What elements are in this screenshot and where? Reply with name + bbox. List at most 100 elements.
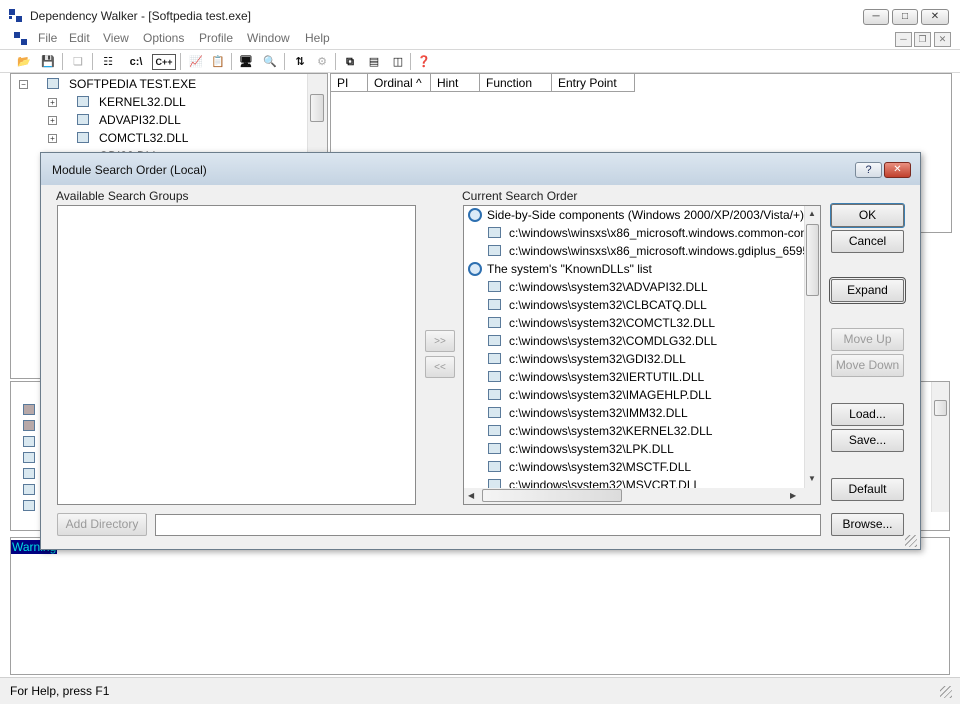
resize-grip-icon[interactable] (940, 686, 952, 698)
search-path-row[interactable]: c:\windows\system32\IMM32.DLL (488, 404, 688, 422)
expand-icon[interactable]: + (48, 116, 57, 125)
sort-icon[interactable]: ⇅ (290, 52, 310, 72)
mdi-close-button[interactable]: ✕ (934, 32, 951, 47)
status-bar: For Help, press F1 (0, 677, 960, 704)
maximize-button[interactable]: □ (892, 9, 918, 25)
toolbar-separator (231, 53, 232, 70)
expand-icon[interactable]: + (48, 98, 57, 107)
undecorate-cpp-button[interactable]: C++ (152, 54, 176, 70)
scroll-up-arrow[interactable]: ▲ (808, 209, 816, 218)
search-path-row[interactable]: c:\windows\system32\KERNEL32.DLL (488, 422, 712, 440)
menu-view[interactable]: View (103, 31, 129, 45)
add-arrow-button[interactable]: >> (425, 330, 455, 352)
chart-icon[interactable]: 📈 (186, 52, 206, 72)
column-hint[interactable]: Hint (431, 74, 480, 92)
column-ordinal[interactable]: Ordinal ^ (368, 74, 431, 92)
cascade-icon[interactable]: ⧉ (340, 52, 360, 72)
full-paths-button[interactable]: c:\ (124, 52, 148, 72)
search-path-row[interactable]: c:\windows\system32\LPK.DLL (488, 440, 674, 458)
search-path-row[interactable]: c:\windows\system32\CLBCATQ.DLL (488, 296, 707, 314)
close-button[interactable]: ✕ (921, 9, 949, 25)
menu-file[interactable]: File (38, 31, 57, 45)
context-help-icon[interactable]: ❓ (414, 52, 434, 72)
properties-icon[interactable]: 📋 (208, 52, 228, 72)
collapse-icon[interactable]: − (19, 80, 28, 89)
mdi-minimize-button[interactable]: ─ (895, 32, 912, 47)
column-function[interactable]: Function (480, 74, 552, 92)
search-order-text: c:\windows\system32\ADVAPI32.DLL (509, 280, 708, 294)
search-order-rows: Side-by-Side components (Windows 2000/XP… (464, 206, 804, 488)
tile-horizontal-icon[interactable]: ▤ (364, 52, 384, 72)
tile-vertical-icon[interactable]: ◫ (388, 52, 408, 72)
search-path-row[interactable]: c:\windows\system32\ADVAPI32.DLL (488, 278, 708, 296)
save-button[interactable]: Save... (831, 429, 904, 452)
move-up-button[interactable]: Move Up (831, 328, 904, 351)
menu-bar: File Edit View Options Profile Window He… (0, 29, 960, 49)
minimize-button[interactable]: ─ (863, 9, 889, 25)
column-pi[interactable]: PI (331, 74, 368, 92)
search-order-vscroll[interactable]: ▲ ▼ (804, 206, 820, 488)
save-icon[interactable]: 💾 (38, 52, 58, 72)
remove-arrow-button[interactable]: << (425, 356, 455, 378)
menu-edit[interactable]: Edit (69, 31, 90, 45)
directory-input[interactable] (155, 514, 821, 536)
module-icon (23, 420, 35, 431)
move-down-button[interactable]: Move Down (831, 354, 904, 377)
search-path-row[interactable]: c:\windows\system32\GDI32.DLL (488, 350, 686, 368)
add-directory-button[interactable]: Add Directory (57, 513, 147, 536)
mdi-restore-button[interactable]: ❐ (914, 32, 931, 47)
search-order-text: c:\windows\system32\IERTUTIL.DLL (509, 370, 705, 384)
scroll-thumb[interactable] (310, 94, 324, 122)
menu-help[interactable]: Help (305, 31, 330, 45)
search-group-row[interactable]: The system's "KnownDLLs" list (468, 260, 652, 278)
menu-profile[interactable]: Profile (199, 31, 233, 45)
search-path-row[interactable]: c:\windows\system32\COMDLG32.DLL (488, 332, 717, 350)
search-path-row[interactable]: c:\windows\system32\IERTUTIL.DLL (488, 368, 704, 386)
ok-button[interactable]: OK (830, 203, 905, 228)
dialog-help-button[interactable]: ? (855, 162, 882, 178)
toolbar: 📂 💾 ❏ ☷ c:\ C++ 📈 📋 🖥 🔍 ⇅ ⚙ ⧉ ▤ ◫ ❓ (0, 49, 960, 73)
module-icon (23, 500, 35, 511)
dialog-close-button[interactable]: ✕ (884, 162, 911, 178)
browse-button[interactable]: Browse... (831, 513, 904, 536)
search-path-row[interactable]: c:\windows\winsxs\x86_microsoft.windows.… (488, 242, 804, 260)
tree-root-module[interactable]: SOFTPEDIA TEST.EXE (69, 76, 197, 92)
scroll-right-arrow[interactable]: ▶ (790, 491, 796, 500)
search-path-row[interactable]: c:\windows\system32\COMCTL32.DLL (488, 314, 715, 332)
expand-button[interactable]: Expand (829, 277, 906, 304)
open-folder-icon[interactable]: 📂 (14, 52, 34, 72)
default-button[interactable]: Default (831, 478, 904, 501)
tree-item-comctl32[interactable]: COMCTL32.DLL (99, 130, 188, 146)
search-path-row[interactable]: c:\windows\system32\IMAGEHLP.DLL (488, 386, 712, 404)
system-info-icon[interactable]: 🖥 (236, 52, 256, 72)
scroll-thumb[interactable] (482, 489, 622, 502)
find-icon[interactable]: 🔍 (260, 52, 280, 72)
load-button[interactable]: Load... (831, 403, 904, 426)
module-icon (488, 479, 501, 488)
module-list-scrollbar[interactable] (931, 382, 949, 512)
search-order-hscroll[interactable]: ◀ ▶ (464, 488, 820, 504)
available-groups-list[interactable] (57, 205, 416, 505)
scroll-left-arrow[interactable]: ◀ (468, 491, 474, 500)
expand-icon[interactable]: + (48, 134, 57, 143)
search-path-row[interactable]: c:\windows\winsxs\x86_microsoft.windows.… (488, 224, 804, 242)
scroll-thumb[interactable] (934, 400, 947, 416)
tree-item-advapi32[interactable]: ADVAPI32.DLL (99, 112, 181, 128)
menu-window[interactable]: Window (247, 31, 290, 45)
toolbar-separator (62, 53, 63, 70)
cancel-button[interactable]: Cancel (831, 230, 904, 253)
search-group-row[interactable]: Side-by-Side components (Windows 2000/XP… (468, 206, 804, 224)
scroll-thumb[interactable] (806, 224, 819, 296)
mdi-child-icon[interactable] (14, 32, 28, 46)
tree-item-kernel32[interactable]: KERNEL32.DLL (99, 94, 186, 110)
dialog-resize-grip-icon[interactable] (905, 535, 917, 547)
scroll-down-arrow[interactable]: ▼ (808, 474, 816, 483)
menu-options[interactable]: Options (143, 31, 184, 45)
search-path-row[interactable]: c:\windows\system32\MSVCRT.DLL (488, 476, 700, 488)
search-path-row[interactable]: c:\windows\system32\MSCTF.DLL (488, 458, 691, 476)
dependency-tree-icon[interactable]: ☷ (98, 52, 118, 72)
column-entry-point[interactable]: Entry Point (552, 74, 635, 92)
module-icon (488, 299, 501, 310)
current-search-order-list[interactable]: Side-by-Side components (Windows 2000/XP… (463, 205, 821, 505)
toolbar-separator (180, 53, 181, 70)
